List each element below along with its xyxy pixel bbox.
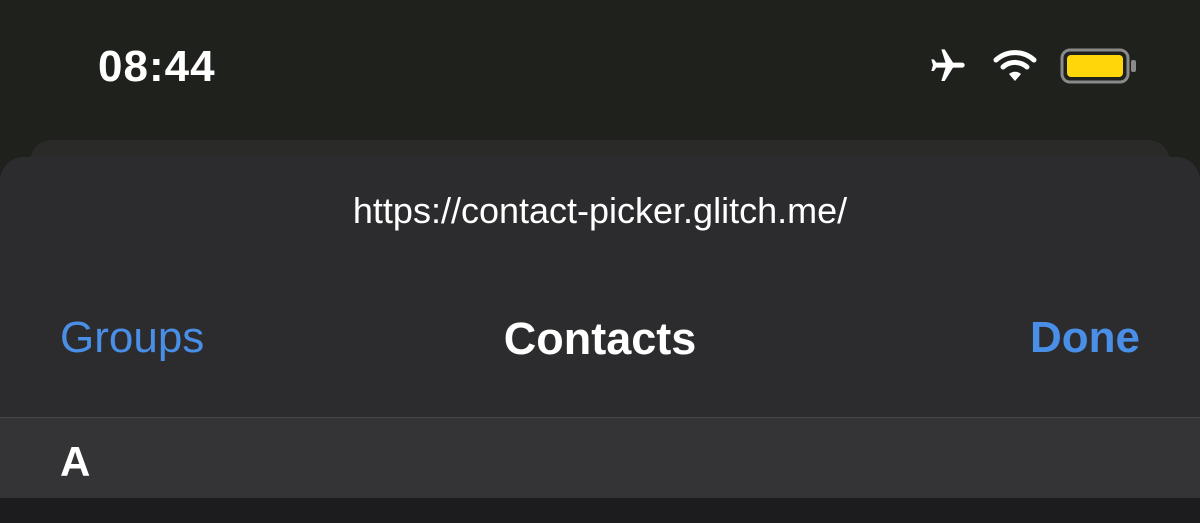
- battery-icon: [1060, 47, 1138, 85]
- sheet-url: https://contact-picker.glitch.me/: [352, 190, 848, 231]
- status-time: 08:44: [98, 42, 216, 91]
- contact-picker-screen: 08:44 https://contact-picker.glitch.me/ …: [0, 0, 1200, 523]
- contact-picker-sheet: https://contact-picker.glitch.me/ Contac…: [0, 157, 1200, 523]
- section-header: A: [0, 418, 1200, 498]
- wifi-icon: [992, 48, 1038, 84]
- status-bar: 08:44: [0, 0, 1200, 135]
- contact-list: [0, 498, 1200, 523]
- groups-button[interactable]: Groups: [60, 313, 204, 363]
- nav-bar: Contacts Groups Done: [0, 307, 1200, 377]
- section-letter: A: [60, 438, 91, 485]
- airplane-icon: [926, 46, 970, 86]
- done-button[interactable]: Done: [1030, 313, 1140, 363]
- status-icons: [926, 46, 1138, 86]
